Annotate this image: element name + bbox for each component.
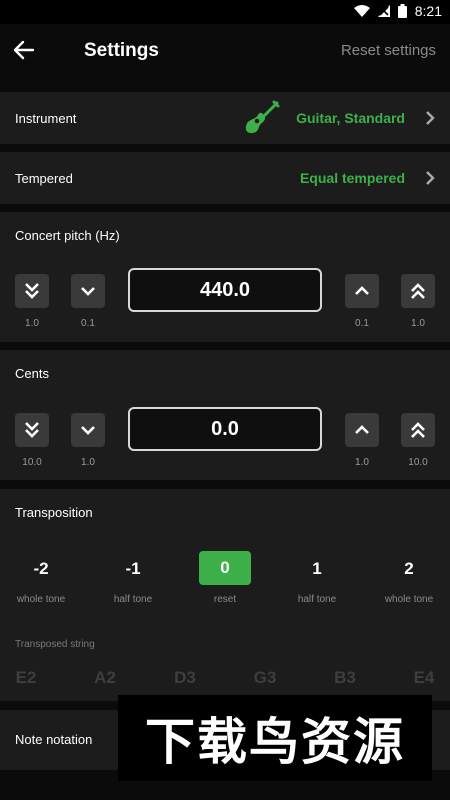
tempered-row[interactable]: Tempered Equal tempered — [0, 152, 450, 204]
pitch-big-up-caption: 1.0 — [411, 318, 425, 329]
tempered-label: Tempered — [15, 171, 73, 186]
status-time: 8:21 — [414, 3, 442, 19]
signal-icon — [377, 5, 390, 17]
cents-small-up-caption: 1.0 — [355, 457, 369, 468]
chevron-up-icon — [355, 425, 369, 434]
cents-big-down-button[interactable] — [15, 413, 49, 447]
chevron-right-icon — [426, 171, 435, 185]
pitch-small-down-button[interactable] — [71, 274, 105, 308]
string-note: E4 — [413, 668, 435, 687]
pitch-small-down-caption: 0.1 — [81, 318, 95, 329]
transposed-string-label: Transposed string — [15, 639, 95, 650]
instrument-value: Guitar, Standard — [296, 110, 405, 126]
back-button[interactable] — [10, 36, 38, 64]
string-note: G3 — [253, 668, 277, 687]
double-chevron-up-icon — [411, 422, 425, 438]
transpose-caption: half tone — [113, 594, 153, 605]
string-note: A2 — [94, 668, 116, 687]
chevron-right-icon — [426, 111, 435, 125]
string-note: D3 — [174, 668, 196, 687]
note-notation-label: Note notation — [15, 732, 93, 747]
concert-pitch-label: Concert pitch (Hz) — [15, 228, 120, 243]
wifi-icon — [353, 5, 370, 17]
cents-small-up-button[interactable] — [345, 413, 379, 447]
cents-input[interactable]: 0.0 — [128, 407, 322, 451]
battery-icon — [397, 4, 407, 18]
transpose-option[interactable]: -1 — [103, 559, 163, 579]
guitar-icon — [245, 100, 280, 134]
concert-pitch-input[interactable]: 440.0 — [128, 268, 322, 312]
transpose-caption: reset — [213, 594, 237, 605]
app-bar: Settings Reset settings — [0, 24, 450, 80]
watermark-overlay: 下载鸟资源 — [118, 695, 432, 781]
transpose-option[interactable]: -2 — [11, 559, 71, 579]
back-arrow-icon — [13, 40, 35, 60]
chevron-down-icon — [81, 287, 95, 296]
instrument-label: Instrument — [15, 111, 77, 126]
string-note: B3 — [334, 668, 356, 687]
cents-big-down-caption: 10.0 — [22, 457, 42, 468]
pitch-small-up-caption: 0.1 — [355, 318, 369, 329]
double-chevron-down-icon — [25, 422, 39, 438]
transpose-option-selected[interactable]: 0 — [199, 551, 251, 585]
string-note: E2 — [15, 668, 37, 687]
tempered-value: Equal tempered — [299, 170, 405, 186]
page-title: Settings — [84, 40, 159, 61]
status-bar: 8:21 — [0, 0, 450, 24]
chevron-up-icon — [355, 286, 369, 295]
instrument-row[interactable]: Instrument Guitar, Standard — [0, 92, 450, 144]
transpose-option[interactable]: 1 — [287, 559, 347, 579]
transpose-caption: whole tone — [384, 594, 434, 605]
cents-label: Cents — [15, 366, 49, 381]
transpose-option[interactable]: 2 — [379, 559, 439, 579]
reset-settings-button[interactable]: Reset settings — [341, 42, 436, 59]
cents-big-up-caption: 10.0 — [408, 457, 428, 468]
pitch-big-down-button[interactable] — [15, 274, 49, 308]
pitch-big-up-button[interactable] — [401, 274, 435, 308]
transpose-caption: whole tone — [16, 594, 66, 605]
transposition-label: Transposition — [15, 505, 93, 520]
chevron-down-icon — [81, 426, 95, 435]
cents-small-down-caption: 1.0 — [81, 457, 95, 468]
pitch-small-up-button[interactable] — [345, 274, 379, 308]
double-chevron-down-icon — [25, 283, 39, 299]
cents-big-up-button[interactable] — [401, 413, 435, 447]
double-chevron-up-icon — [411, 283, 425, 299]
cents-small-down-button[interactable] — [71, 413, 105, 447]
transpose-caption: half tone — [297, 594, 337, 605]
pitch-big-down-caption: 1.0 — [25, 318, 39, 329]
